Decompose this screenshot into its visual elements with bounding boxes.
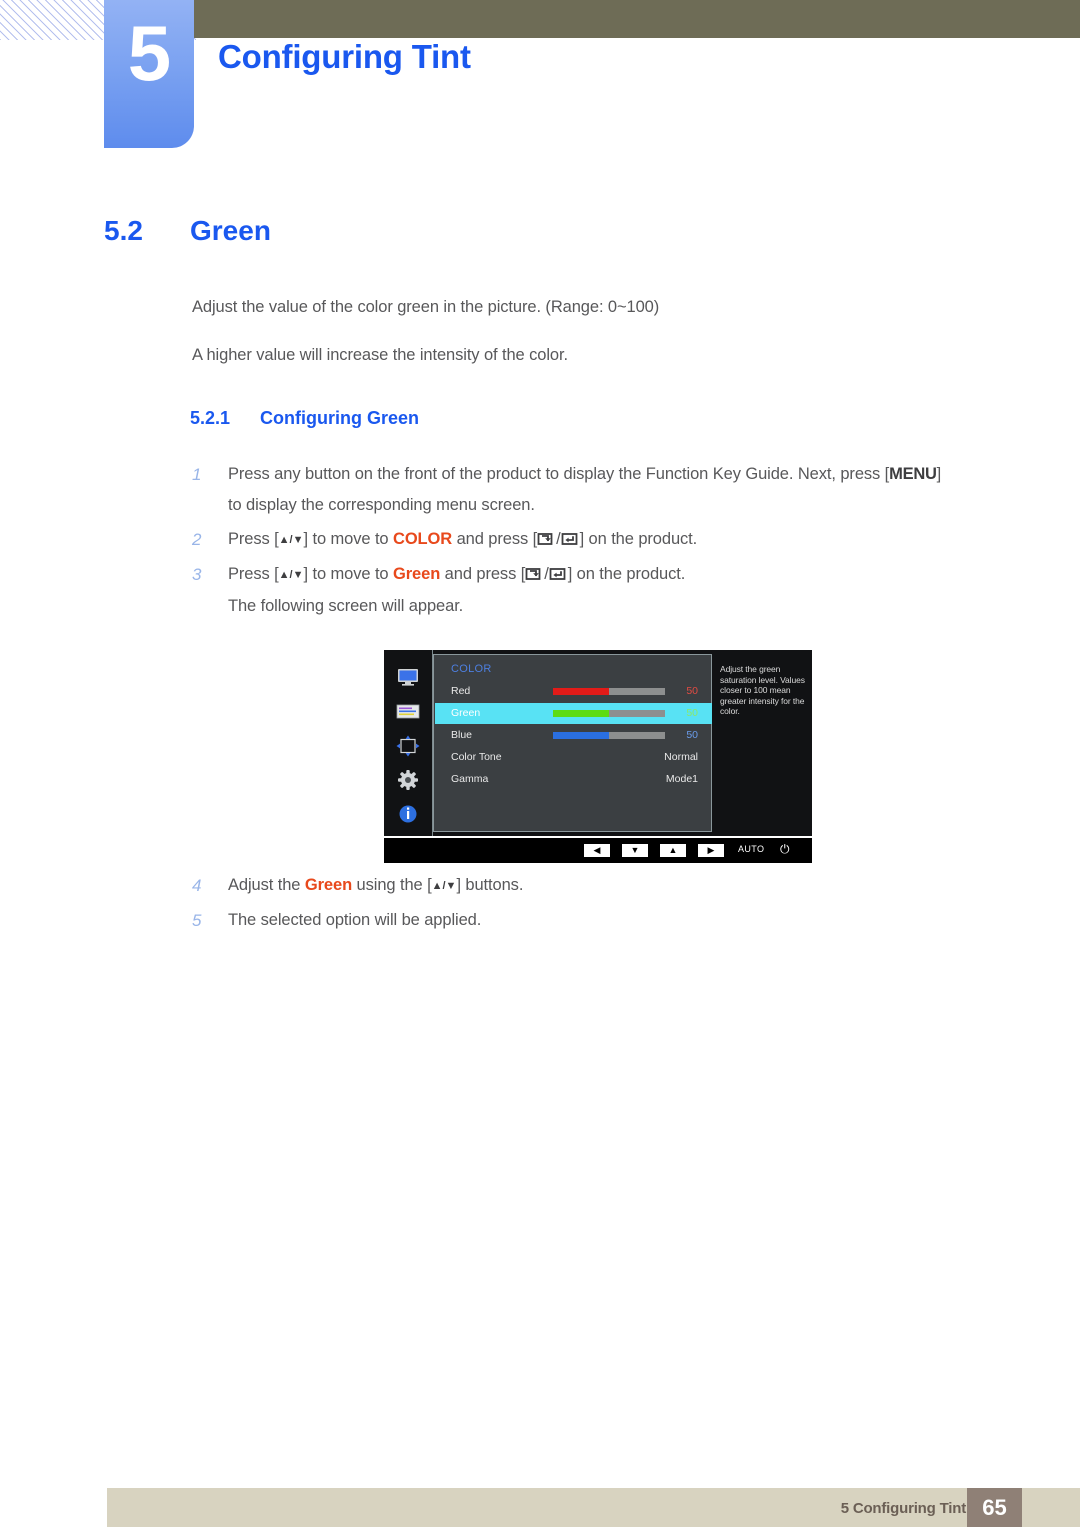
- osd-key-guide-bar: ◀ ▼ ▲ ▶ AUTO ⏻: [384, 838, 812, 863]
- step-text: The selected option will be applied.: [228, 911, 482, 929]
- enter-key-icon: [561, 532, 580, 547]
- osd-slider-fill: [553, 688, 609, 695]
- osd-row-value: Normal: [664, 751, 698, 763]
- step-item: 1 Press any button on the front of the p…: [190, 459, 1020, 521]
- osd-key-right[interactable]: ▶: [698, 844, 724, 857]
- step-number: 2: [192, 530, 202, 549]
- osd-menu-panel: COLOR Red 50 Green 50 Blue 50 Color Tone…: [433, 654, 712, 832]
- osd-row-green[interactable]: Green 50: [435, 703, 712, 724]
- step-text-line2: to display the corresponding menu screen…: [228, 496, 535, 514]
- osd-row-label: Green: [451, 707, 481, 719]
- step-text-line2: The following screen will appear.: [228, 597, 464, 615]
- enter-key-icon: [549, 567, 568, 582]
- osd-key-down[interactable]: ▼: [622, 844, 648, 857]
- picture-settings-icon[interactable]: [394, 700, 422, 724]
- return-box-icon: [537, 532, 556, 547]
- gear-icon[interactable]: [394, 768, 422, 792]
- osd-slider-track[interactable]: [553, 688, 665, 695]
- osd-row-label: Color Tone: [451, 751, 502, 763]
- osd-menu-title: COLOR: [451, 663, 492, 675]
- info-icon[interactable]: [394, 802, 422, 826]
- step-text: Adjust the Green using the [▲/▼] buttons…: [228, 876, 524, 894]
- chapter-tab: 5: [104, 0, 194, 148]
- page-number: 65: [967, 1488, 1022, 1527]
- updown-arrow-icon: ▲/▼: [278, 569, 304, 581]
- screen-adjust-icon[interactable]: [394, 734, 422, 758]
- step-text: Press any button on the front of the pro…: [228, 465, 942, 483]
- updown-arrow-icon: ▲/▼: [431, 880, 457, 892]
- step-highlight: COLOR: [393, 530, 453, 548]
- osd-key-auto[interactable]: AUTO: [738, 844, 764, 854]
- osd-row-gamma[interactable]: Gamma Mode1: [435, 769, 712, 790]
- step-highlight: Green: [393, 565, 441, 583]
- footer-chapter-label: 5 Configuring Tint: [840, 1500, 966, 1517]
- osd-help-text: Adjust the green saturation level. Value…: [720, 664, 805, 716]
- osd-key-up[interactable]: ▲: [660, 844, 686, 857]
- osd-row-color-tone[interactable]: Color Tone Normal: [435, 747, 712, 768]
- updown-arrow-icon: ▲/▼: [278, 534, 304, 546]
- subsection-title: Configuring Green: [260, 408, 419, 428]
- header-bar: [192, 0, 1080, 38]
- power-icon[interactable]: ⏻: [780, 842, 790, 857]
- osd-row-red[interactable]: Red 50: [435, 681, 712, 702]
- step-item: 5 The selected option will be applied.: [190, 905, 1020, 936]
- step-number: 3: [192, 565, 202, 584]
- step-highlight: Green: [304, 876, 353, 894]
- osd-slider-fill: [553, 710, 609, 717]
- step-number: 4: [192, 876, 202, 895]
- procedure-steps-bottom: 4 Adjust the Green using the [▲/▼] butto…: [190, 870, 1020, 939]
- step-item: 2 Press [▲/▼] to move to COLOR and press…: [190, 524, 1020, 556]
- osd-row-label: Gamma: [451, 773, 489, 785]
- intro-line-2: A higher value will increase the intensi…: [192, 346, 568, 364]
- osd-body: COLOR Red 50 Green 50 Blue 50 Color Tone…: [384, 650, 812, 836]
- osd-row-blue[interactable]: Blue 50: [435, 725, 712, 746]
- procedure-steps-top: 1 Press any button on the front of the p…: [190, 459, 1020, 625]
- chapter-number: 5: [127, 9, 171, 97]
- subsection-number: 5.2.1: [190, 408, 231, 428]
- intro-line-1: Adjust the value of the color green in t…: [192, 298, 660, 316]
- osd-slider-track[interactable]: [553, 710, 665, 717]
- osd-row-label: Red: [451, 685, 471, 697]
- osd-row-value: Mode1: [665, 773, 698, 785]
- osd-slider-track[interactable]: [553, 732, 665, 739]
- subsection-heading: 5.2.1 Configuring Green: [190, 408, 419, 429]
- osd-row-label: Blue: [451, 729, 473, 741]
- monitor-icon[interactable]: [394, 666, 422, 690]
- osd-screenshot: COLOR Red 50 Green 50 Blue 50 Color Tone…: [384, 650, 812, 863]
- section-title: Green: [190, 215, 271, 246]
- step-number: 1: [192, 465, 202, 484]
- return-box-icon: [525, 567, 544, 582]
- osd-icon-sidebar: [384, 650, 433, 836]
- step-number: 5: [192, 911, 202, 930]
- osd-slider-fill: [553, 732, 609, 739]
- step-text: Press [▲/▼] to move to Green and press […: [228, 565, 686, 583]
- chapter-title: Configuring Tint: [218, 38, 471, 75]
- osd-row-value: 50: [686, 729, 698, 741]
- step-item: 3 Press [▲/▼] to move to Green and press…: [190, 559, 1020, 622]
- osd-row-value: 50: [686, 707, 698, 719]
- menu-key-label: MENU: [889, 465, 937, 483]
- step-item: 4 Adjust the Green using the [▲/▼] butto…: [190, 870, 1020, 902]
- section-heading: 5.2 Green: [104, 215, 864, 247]
- osd-row-value: 50: [686, 685, 698, 697]
- osd-key-left[interactable]: ◀: [584, 844, 610, 857]
- osd-help-panel: Adjust the green saturation level. Value…: [712, 650, 812, 836]
- section-number: 5.2: [104, 215, 143, 246]
- step-text: Press [▲/▼] to move to COLOR and press […: [228, 530, 698, 548]
